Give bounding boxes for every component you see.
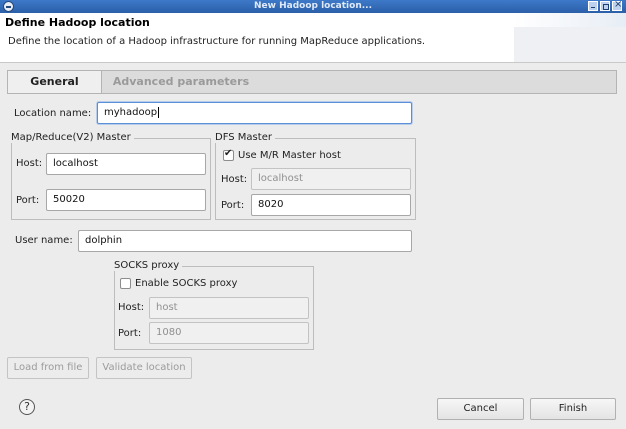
window-title: New Hadoop location...: [254, 1, 372, 11]
close-icon[interactable]: [612, 0, 622, 11]
socks-host-label: Host:: [118, 302, 145, 313]
socks-port-field[interactable]: 1080: [149, 322, 309, 344]
window-titlebar: New Hadoop location...: [0, 0, 626, 13]
dfs-port-field[interactable]: 8020: [251, 194, 411, 216]
dfs-host-field[interactable]: localhost: [251, 168, 411, 190]
mapreduce-master-title: Map/Reduce(V2) Master: [11, 132, 134, 143]
use-mr-host-label[interactable]: Use M/R Master host: [238, 150, 341, 161]
header-banner-band: [514, 27, 626, 63]
header-divider: [0, 62, 626, 63]
socks-host-field[interactable]: host: [149, 297, 309, 319]
page-title: Define Hadoop location: [5, 16, 150, 29]
location-name-value: myhadoop: [104, 107, 158, 118]
tab-bar: General Advanced parameters: [7, 70, 617, 94]
tab-general[interactable]: General: [8, 71, 102, 93]
page-description: Define the location of a Hadoop infrastr…: [8, 36, 426, 47]
user-name-label: User name:: [15, 235, 73, 246]
mr-port-field[interactable]: 50020: [46, 189, 206, 211]
dfs-host-label: Host:: [221, 174, 248, 185]
tab-advanced-parameters[interactable]: Advanced parameters: [106, 71, 256, 93]
load-from-file-button[interactable]: Load from file: [7, 357, 89, 379]
mr-port-label: Port:: [16, 195, 40, 206]
dfs-master-title: DFS Master: [215, 132, 275, 143]
wizard-header: Define Hadoop location Define the locati…: [0, 13, 626, 63]
cancel-button[interactable]: Cancel: [437, 398, 524, 420]
minimize-icon[interactable]: [588, 1, 598, 11]
location-name-label: Location name:: [14, 108, 92, 119]
user-name-field[interactable]: dolphin: [78, 230, 412, 252]
enable-socks-label[interactable]: Enable SOCKS proxy: [135, 278, 237, 289]
location-name-field[interactable]: myhadoop: [97, 102, 412, 124]
help-icon[interactable]: ?: [19, 399, 35, 415]
validate-location-button[interactable]: Validate location: [96, 357, 192, 379]
mr-host-label: Host:: [16, 158, 43, 169]
socks-proxy-title: SOCKS proxy: [114, 260, 183, 271]
mr-host-field[interactable]: localhost: [46, 153, 206, 175]
use-mr-host-checkbox[interactable]: [223, 148, 234, 161]
enable-socks-checkbox[interactable]: [120, 278, 131, 289]
finish-button[interactable]: Finish: [530, 398, 616, 420]
maximize-icon[interactable]: [600, 1, 610, 11]
dfs-port-label: Port:: [221, 200, 245, 211]
text-caret: [158, 106, 160, 118]
socks-port-label: Port:: [118, 328, 142, 339]
